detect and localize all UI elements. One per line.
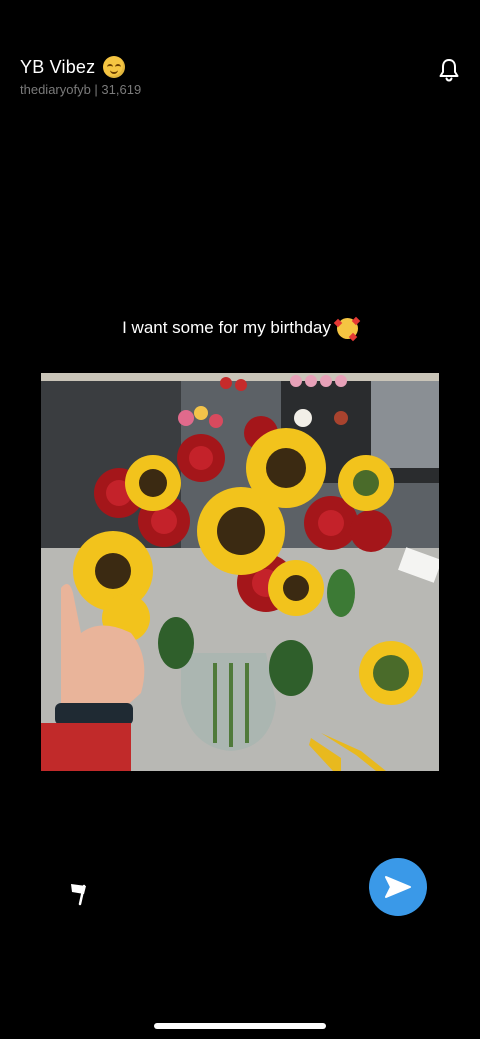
flag-icon[interactable] <box>66 880 92 906</box>
post-image[interactable] <box>41 373 439 771</box>
story-header: YB Vibez thediaryofyb | 31,619 <box>20 56 460 104</box>
home-indicator[interactable] <box>154 1023 326 1029</box>
title-row: YB Vibez <box>20 56 460 78</box>
send-button[interactable] <box>369 858 427 916</box>
bell-icon[interactable] <box>438 58 460 82</box>
bouquet-illustration <box>41 373 439 771</box>
channel-title[interactable]: YB Vibez <box>20 57 95 78</box>
smiling-face-with-hearts-emoji-icon <box>333 316 361 342</box>
channel-subtitle[interactable]: thediaryofyb | 31,619 <box>20 82 460 97</box>
caption-text: I want some for my birthday <box>122 318 331 337</box>
post-caption: I want some for my birthday <box>0 316 480 342</box>
send-icon <box>385 876 411 898</box>
relieved-face-emoji-icon <box>103 56 126 78</box>
